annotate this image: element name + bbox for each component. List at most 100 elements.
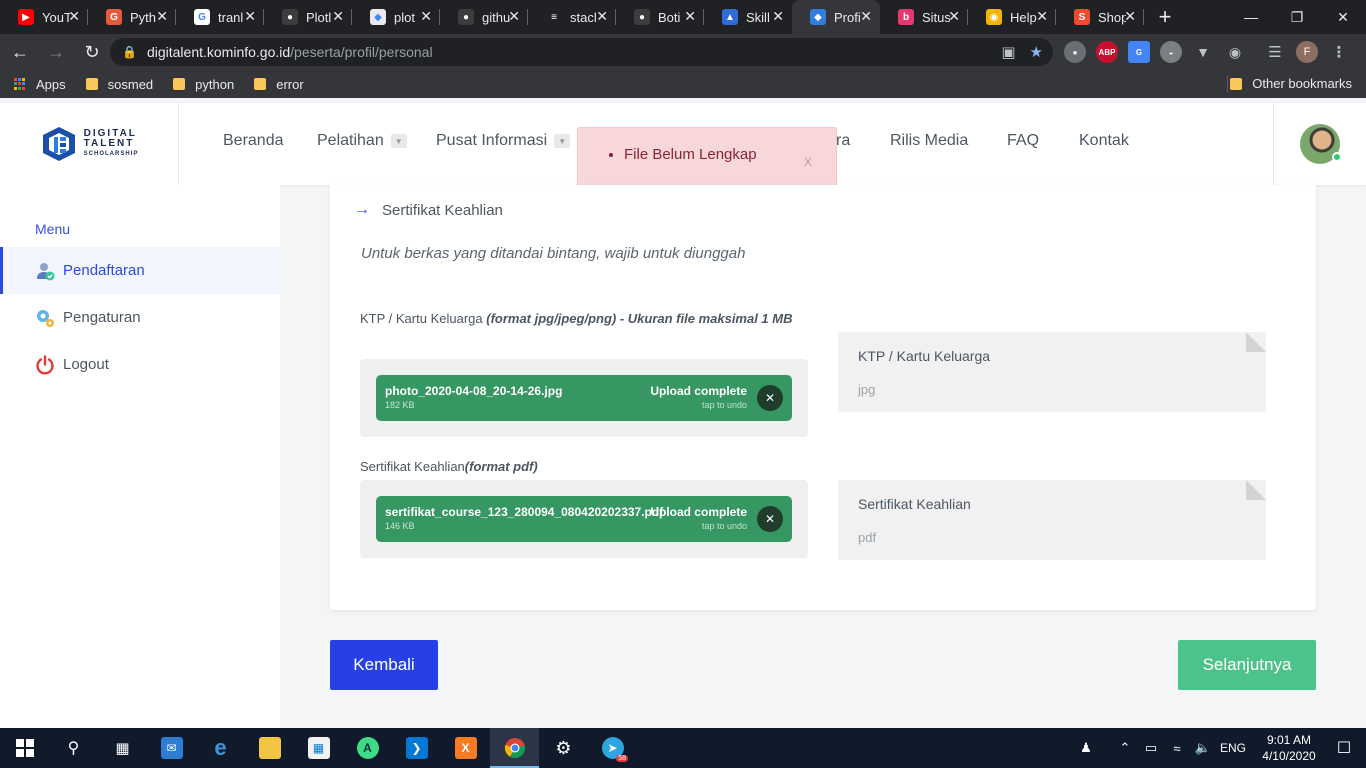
avatar	[1300, 124, 1342, 164]
file-dropzone-sertifikat[interactable]: sertifikat_course_123_280094_08042020233…	[360, 480, 808, 558]
remove-file-button[interactable]: ✕	[757, 506, 783, 532]
system-clock[interactable]: 9:01 AM 4/10/2020	[1256, 732, 1322, 764]
taskbar-mail[interactable]: ✉	[147, 728, 196, 768]
site-logo[interactable]: DIGITAL TALENT SCHOLARSHIP	[0, 103, 179, 185]
tab-close-icon[interactable]: ✕	[860, 8, 872, 25]
browser-tab[interactable]: ≡ stacl ✕	[528, 0, 616, 34]
browser-tab[interactable]: ● githu ✕	[440, 0, 528, 34]
tab-close-icon[interactable]: ✕	[684, 8, 696, 25]
start-button[interactable]	[0, 728, 49, 768]
reload-button[interactable]: ↻	[76, 36, 108, 68]
nav-faq[interactable]: FAQ	[1007, 132, 1039, 150]
tab-close-icon[interactable]: ✕	[156, 8, 168, 25]
user-menu[interactable]	[1273, 103, 1366, 185]
sidebar-item-pendaftaran[interactable]: Pendaftaran	[0, 247, 280, 294]
maximize-button[interactable]: ❐	[1274, 0, 1320, 34]
adblock-plus-icon[interactable]: ABP	[1096, 41, 1118, 63]
tab-close-icon[interactable]: ✕	[68, 8, 80, 25]
media-control-icon[interactable]: ☰	[1264, 41, 1286, 63]
nav-pusat-informasi[interactable]: Pusat Informasi ▼	[436, 132, 571, 150]
chevron-up-icon[interactable]: ⌃	[1113, 740, 1137, 756]
volume-icon[interactable]: 🔈	[1191, 740, 1215, 756]
file-name: photo_2020-04-08_20-14-26.jpg	[385, 384, 563, 398]
remove-file-button[interactable]: ✕	[757, 385, 783, 411]
browser-tab[interactable]: Gtranl ✕	[176, 0, 264, 34]
minimize-button[interactable]: —	[1228, 0, 1274, 34]
nav-rilis-media[interactable]: Rilis Media	[890, 132, 968, 150]
browser-tab[interactable]: G Pyth ✕	[88, 0, 176, 34]
field-label-text: KTP / Kartu Keluarga	[360, 311, 483, 326]
browser-tab[interactable]: ▲ Skill ✕	[704, 0, 792, 34]
wifi-icon[interactable]: ≈	[1165, 741, 1189, 756]
bookmark-apps[interactable]: Apps	[14, 77, 66, 92]
tab-close-icon[interactable]: ✕	[244, 8, 256, 25]
close-window-button[interactable]: ✕	[1320, 0, 1366, 34]
browser-tab[interactable]: ◉ Help ✕	[968, 0, 1056, 34]
browser-tab[interactable]: b Situs ✕	[880, 0, 968, 34]
undo-hint[interactable]: tap to undo	[702, 521, 747, 531]
next-button-selanjutnya[interactable]: Selanjutnya	[1178, 640, 1316, 690]
sidebar-item-logout[interactable]: Logout	[0, 341, 280, 388]
browser-tab[interactable]: S Shop ✕	[1056, 0, 1144, 34]
taskbar-telegram[interactable]: ➤ 58	[588, 728, 637, 768]
taskbar-file-explorer[interactable]	[245, 728, 294, 768]
nav-mitra[interactable]: ra	[836, 132, 850, 150]
nav-pelatihan[interactable]: Pelatihan ▼	[317, 132, 407, 150]
tab-close-icon[interactable]: ✕	[596, 8, 608, 25]
taskbar-vscode[interactable]: ❯	[392, 728, 441, 768]
nav-beranda[interactable]: Beranda	[223, 132, 284, 150]
tab-close-icon[interactable]: ✕	[1124, 8, 1136, 25]
bookmark-folder-label: error	[276, 76, 304, 92]
taskbar-chrome[interactable]	[490, 728, 539, 768]
alert-close-button[interactable]: x	[804, 153, 812, 171]
browser-tab[interactable]: ◆ plot ✕	[352, 0, 440, 34]
sidebar-item-pengaturan[interactable]: Pengaturan	[0, 294, 280, 341]
undo-hint[interactable]: tap to undo	[702, 400, 747, 410]
taskbar-store[interactable]: ▦	[294, 728, 343, 768]
bookmark-folder-sosmed[interactable]: sosmed	[85, 77, 153, 92]
back-button[interactable]: ←	[4, 36, 36, 68]
profile-avatar-icon[interactable]: F	[1296, 41, 1318, 63]
bookmark-star-icon[interactable]: ★	[1030, 43, 1043, 61]
back-button-kembali[interactable]: Kembali	[330, 640, 438, 690]
tab-close-icon[interactable]: ✕	[948, 8, 960, 25]
upload-status: Upload complete	[650, 505, 747, 519]
task-view-button[interactable]: ▦	[98, 728, 147, 768]
translate-icon[interactable]: ▣	[1001, 43, 1015, 61]
tab-close-icon[interactable]: ✕	[772, 8, 784, 25]
battery-icon[interactable]: ▭	[1139, 740, 1163, 756]
extension-icon[interactable]: ●	[1064, 41, 1086, 63]
bookmark-folder-python[interactable]: python	[173, 77, 234, 92]
language-indicator[interactable]: ENG	[1220, 741, 1246, 755]
search-icon: ⚲	[67, 740, 80, 757]
taskbar-edge[interactable]: e	[196, 728, 245, 768]
google-translate-icon[interactable]: G	[1128, 41, 1150, 63]
vue-devtools-icon[interactable]: ▼	[1192, 41, 1214, 63]
tab-close-icon[interactable]: ✕	[508, 8, 520, 25]
new-tab-button[interactable]: +	[1150, 0, 1180, 34]
folder-icon	[1230, 77, 1243, 90]
mail-icon: ✉	[160, 737, 183, 759]
taskbar-xampp[interactable]: X	[441, 728, 490, 768]
tab-close-icon[interactable]: ✕	[1036, 8, 1048, 25]
people-icon[interactable]: ♟	[1074, 740, 1098, 756]
browser-tab[interactable]: ▶ YouT ✕	[0, 0, 88, 34]
search-button[interactable]: ⚲	[49, 728, 98, 768]
extension-icon[interactable]: ◒	[1160, 41, 1182, 63]
browser-tab[interactable]: ● Plotl ✕	[264, 0, 352, 34]
screenshot-icon[interactable]: ◉	[1224, 41, 1246, 63]
chrome-menu-icon[interactable]: ⋮	[1328, 41, 1350, 63]
address-bar[interactable]: 🔒 digitalent.kominfo.go.id/peserta/profi…	[110, 38, 1053, 66]
file-dropzone-ktp[interactable]: photo_2020-04-08_20-14-26.jpg 182 KB Upl…	[360, 359, 808, 437]
nav-kontak[interactable]: Kontak	[1079, 132, 1129, 150]
tab-close-icon[interactable]: ✕	[332, 8, 344, 25]
forward-button[interactable]: →	[40, 36, 72, 68]
browser-tab[interactable]: ● Boti ✕	[616, 0, 704, 34]
taskbar-android-studio[interactable]: A	[343, 728, 392, 768]
bookmark-folder-error[interactable]: error	[254, 76, 304, 92]
browser-tab[interactable]: ◆ Profi ✕	[792, 0, 880, 34]
tab-close-icon[interactable]: ✕	[420, 8, 432, 25]
notification-center-icon[interactable]: ☐	[1322, 738, 1366, 758]
other-bookmarks[interactable]: Other bookmarks	[1230, 76, 1352, 91]
taskbar-settings[interactable]: ⚙	[539, 728, 588, 768]
